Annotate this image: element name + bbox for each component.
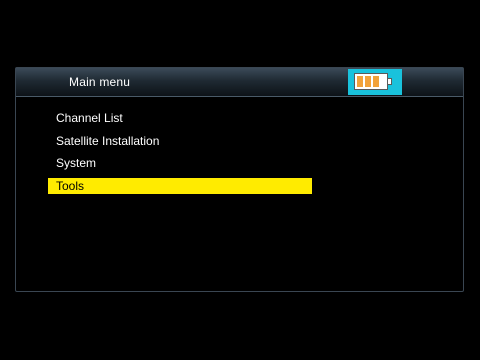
page-title: Main menu (69, 75, 131, 89)
battery-tip (388, 78, 392, 85)
main-menu-window: Main menu Channel List Satellite Install… (15, 67, 464, 292)
menu-item-satellite-installation[interactable]: Satellite Installation (48, 133, 312, 149)
menu-item-channel-list[interactable]: Channel List (48, 110, 312, 126)
battery-icon (348, 69, 402, 95)
menu-item-label: Channel List (56, 111, 123, 125)
menu-item-tools[interactable]: Tools (48, 177, 312, 194)
battery-cell (373, 76, 379, 87)
menu-item-system[interactable]: System (48, 155, 312, 171)
battery-cell (365, 76, 371, 87)
main-menu-list: Channel List Satellite Installation Syst… (48, 110, 312, 200)
menu-item-label: Tools (56, 178, 85, 193)
tv-screen: Main menu Channel List Satellite Install… (0, 0, 480, 360)
battery-cell (357, 76, 363, 87)
battery-body (354, 73, 388, 90)
menu-item-label: System (56, 156, 97, 170)
menu-header: Main menu (16, 68, 463, 97)
menu-item-label: Satellite Installation (56, 133, 160, 148)
